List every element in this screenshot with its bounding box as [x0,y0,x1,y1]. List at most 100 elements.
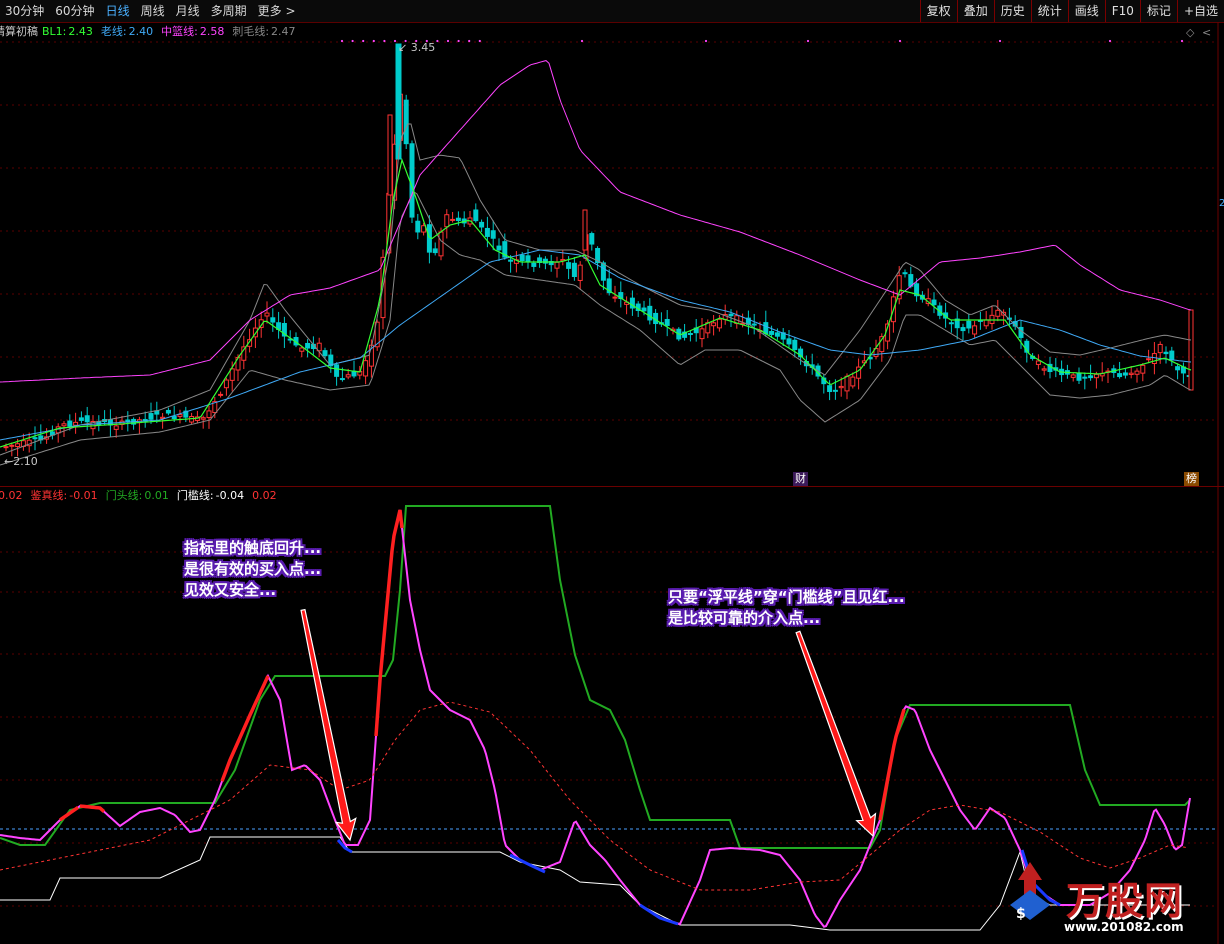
candle-body-144 [838,385,844,389]
envelope-lower-line [0,191,1192,466]
high-price-value: 3.45 [410,41,436,54]
fuping-red-seg-0 [58,805,80,822]
candle-body-194 [1128,372,1134,375]
candle-body-105 [612,296,618,299]
candle-body-143 [832,389,838,392]
candle-body-192 [1117,373,1123,378]
fuping-red-seg-1 [79,804,106,813]
signal-dot-extra-4 [998,39,1002,43]
callout-left: 指标里的触底回升... 是很有效的买入点... 见效又安全... [184,538,321,601]
ranking-badge[interactable]: 榜 [1184,472,1199,486]
candle-body-81 [473,209,479,222]
candle-body-95 [554,261,560,269]
candle-body-2 [15,443,21,448]
candle-body-11 [67,420,73,427]
finance-badge[interactable]: 财 [793,472,808,486]
candle-body-129 [751,323,757,326]
signal-dot-12 [468,39,471,43]
candle-body-131 [763,322,769,335]
fuping-red-seg-2 [220,675,270,782]
candle-body-118 [687,333,693,336]
signal-dot-13 [478,39,481,43]
candle-body-87 [508,259,514,262]
candle-body-70 [409,143,415,218]
candle-body-19 [113,425,119,430]
candle-body-145 [844,375,850,392]
laoxian-line [0,249,1192,441]
candle-body-146 [850,376,856,387]
candle-body-165 [960,327,966,332]
candle-body-196 [1140,364,1146,374]
candle-body-120 [699,328,705,340]
high-price-mark: ↙ 3.45 [398,41,436,54]
candle-body-14 [84,415,90,423]
candle-body-186 [1082,376,1088,379]
candle-body-111 [647,305,653,321]
candle-body-0 [3,446,9,449]
candle-body-197 [1146,358,1152,361]
candle-body-75 [438,231,444,257]
candle-body-57 [334,364,340,377]
signal-dot-extra-6 [1180,39,1184,43]
candle-body-90 [525,255,531,262]
candle-body-122 [711,322,717,327]
candle-body-202 [1175,366,1181,371]
callout-left-arrow [300,608,357,842]
candle-body-69 [403,99,409,145]
candle-body-110 [641,307,647,312]
candle-body-51 [299,347,305,352]
signal-dot-extra-5 [1108,39,1112,43]
candle-body-10 [61,423,67,427]
candle-body-167 [972,325,978,335]
candle-body-13 [78,417,84,421]
candle-body-71 [415,220,421,233]
candle-body-85 [496,245,502,251]
candle-body-133 [774,332,780,337]
candle-body-99 [577,264,583,281]
candle-body-last [1188,309,1194,391]
diamond-icon[interactable]: ◇ [1184,26,1196,40]
candle-body-35 [206,410,212,419]
candle-body-82 [479,221,485,228]
callout-right-arrow [795,630,877,838]
candle-body-169 [983,319,989,327]
signal-dot-0 [340,39,344,43]
low-price-value: 2.10 [13,455,38,468]
axis-tick-label: 2 [1219,198,1224,209]
chevron-left-icon[interactable]: < [1200,26,1213,40]
fuping-line [0,509,1191,928]
stock-chart[interactable]: 2$ [0,0,1224,944]
watermark-url: www.201082.com [1064,920,1184,934]
candle-body-195 [1134,370,1140,375]
candle-body-123 [716,318,722,329]
candle-body-97 [566,262,572,269]
candle-body-185 [1076,373,1082,381]
watermark-brand: 万股网 [1066,879,1184,923]
candle-body-45 [264,312,270,317]
candle-body-171 [995,309,1001,317]
candle-body-34 [200,417,206,420]
candle-body-37 [218,393,224,396]
signal-dot-2 [362,39,365,43]
candle-body-74 [432,248,438,254]
callout-right: 只要“浮平线”穿“门槛线”且见红... 是比较可靠的介入点... [668,587,905,629]
candle-body-188 [1093,373,1099,379]
candle-body-77 [450,218,456,221]
candle-body-55 [322,350,328,357]
candle-body-103 [600,262,606,281]
callout-left-arrow-head [300,608,357,842]
candle-body-160 [931,299,937,306]
envelope-upper-line [0,123,1192,456]
candle-body-179 [1041,368,1047,371]
candle-body-187 [1088,375,1094,379]
candle-body-78 [455,217,461,222]
candle-body-89 [519,254,525,262]
candle-body-166 [966,320,972,329]
candle-body-135 [786,338,792,345]
candle-body-114 [664,318,670,326]
candle-body-84 [490,230,496,239]
signal-dot-10 [446,39,450,43]
low-price-mark: ←2.10 [4,455,38,468]
candle-body-30 [177,414,183,417]
candle-body-83 [484,227,490,237]
